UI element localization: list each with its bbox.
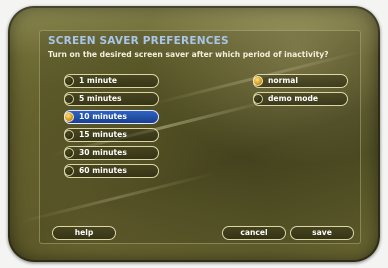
- option-label: 1 minute: [79, 76, 118, 85]
- save-button[interactable]: save: [290, 226, 354, 240]
- radio-icon: [64, 166, 74, 176]
- option-label: 10 minutes: [79, 112, 127, 121]
- option-label: 15 minutes: [79, 130, 127, 139]
- option-label: 60 minutes: [79, 166, 127, 175]
- page-subtitle: Turn on the desired screen saver after w…: [48, 50, 329, 59]
- option-label: normal: [268, 76, 299, 85]
- option-demo-mode[interactable]: demo mode: [253, 92, 348, 106]
- option-1-minute[interactable]: 1 minute: [64, 74, 159, 88]
- radio-icon: [64, 94, 74, 104]
- option-label: 30 minutes: [79, 148, 127, 157]
- help-button[interactable]: help: [52, 226, 116, 240]
- radio-icon: [253, 94, 263, 104]
- option-label: 5 minutes: [79, 94, 122, 103]
- radio-selected-icon: [64, 112, 74, 122]
- option-10-minutes[interactable]: 10 minutes: [64, 110, 159, 124]
- cancel-button[interactable]: cancel: [222, 226, 286, 240]
- option-label: demo mode: [268, 94, 319, 103]
- radio-icon: [64, 148, 74, 158]
- radio-icon: [64, 130, 74, 140]
- option-30-minutes[interactable]: 30 minutes: [64, 146, 159, 160]
- page-title: SCREEN SAVER PREFERENCES: [48, 35, 229, 47]
- option-15-minutes[interactable]: 15 minutes: [64, 128, 159, 142]
- option-5-minutes[interactable]: 5 minutes: [64, 92, 159, 106]
- option-60-minutes[interactable]: 60 minutes: [64, 164, 159, 178]
- option-normal[interactable]: normal: [253, 74, 348, 88]
- radio-selected-icon: [253, 76, 263, 86]
- radio-icon: [64, 76, 74, 86]
